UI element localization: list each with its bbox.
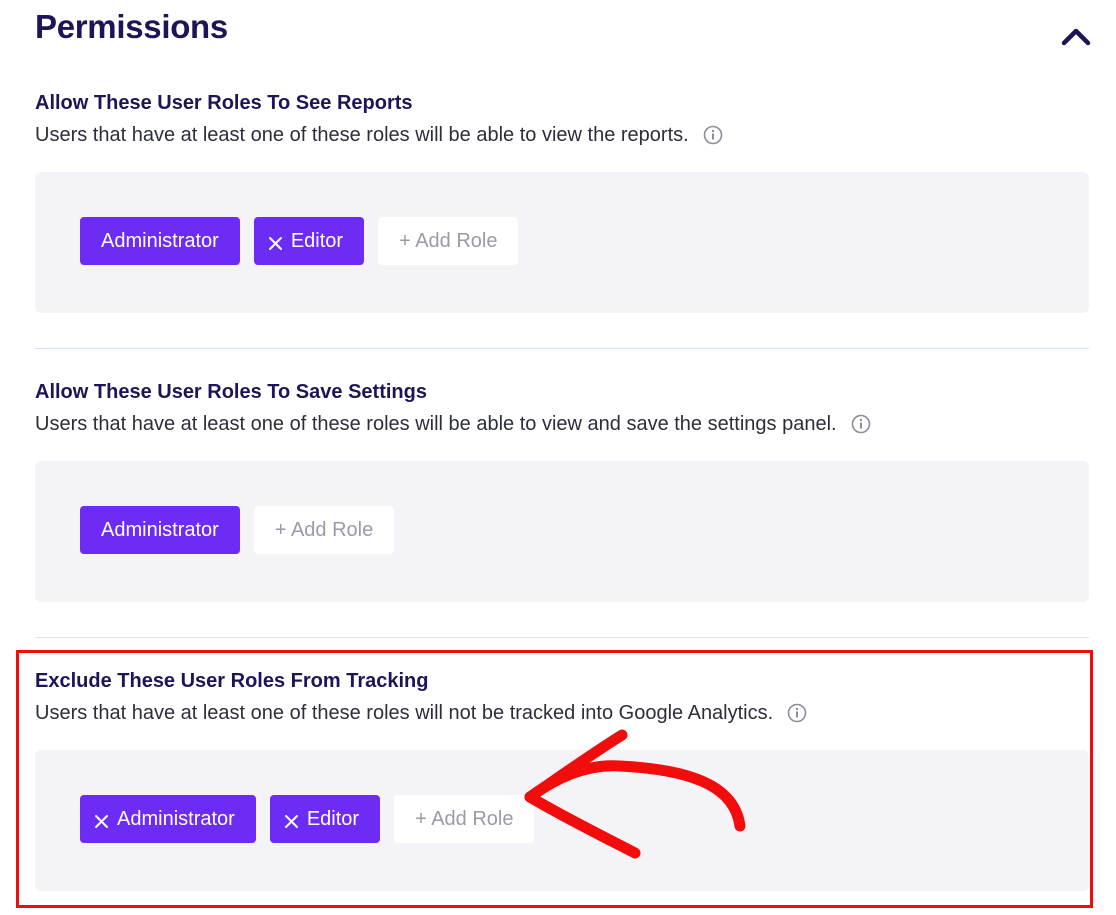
role-chip-administrator[interactable]: Administrator [80,506,240,554]
add-role-button[interactable]: + Add Role [378,217,519,265]
add-role-button[interactable]: + Add Role [253,506,395,554]
section-save-settings: Allow These User Roles To Save Settings … [35,379,1089,437]
section-description: Users that have at least one of these ro… [35,411,1089,437]
divider [35,348,1089,349]
section-description-text: Users that have at least one of these ro… [35,413,837,435]
section-heading: Allow These User Roles To See Reports [35,92,413,114]
role-box-save-settings: Administrator + Add Role [35,461,1089,602]
close-icon[interactable] [268,234,283,250]
section-see-reports: Allow These User Roles To See Reports Us… [35,90,1089,148]
role-chip-label: Administrator [101,229,219,252]
divider [35,637,1089,638]
section-description-text: Users that have at least one of these ro… [35,124,689,146]
chevron-up-icon [1061,28,1091,46]
page-title: Permissions [35,8,228,45]
section-heading: Allow These User Roles To Save Settings [35,381,427,403]
info-icon[interactable] [851,414,871,434]
role-chip-editor[interactable]: Editor [253,217,365,265]
role-box-see-reports: Administrator Editor + Add Role [35,172,1089,313]
info-icon[interactable] [703,125,723,145]
collapse-button[interactable] [1058,20,1094,52]
section-description: Users that have at least one of these ro… [35,122,1089,148]
role-chip-administrator[interactable]: Administrator [80,217,240,265]
role-chip-label: Editor [290,229,344,252]
role-chip-label: Administrator [101,518,219,541]
highlight-box [16,650,1093,908]
